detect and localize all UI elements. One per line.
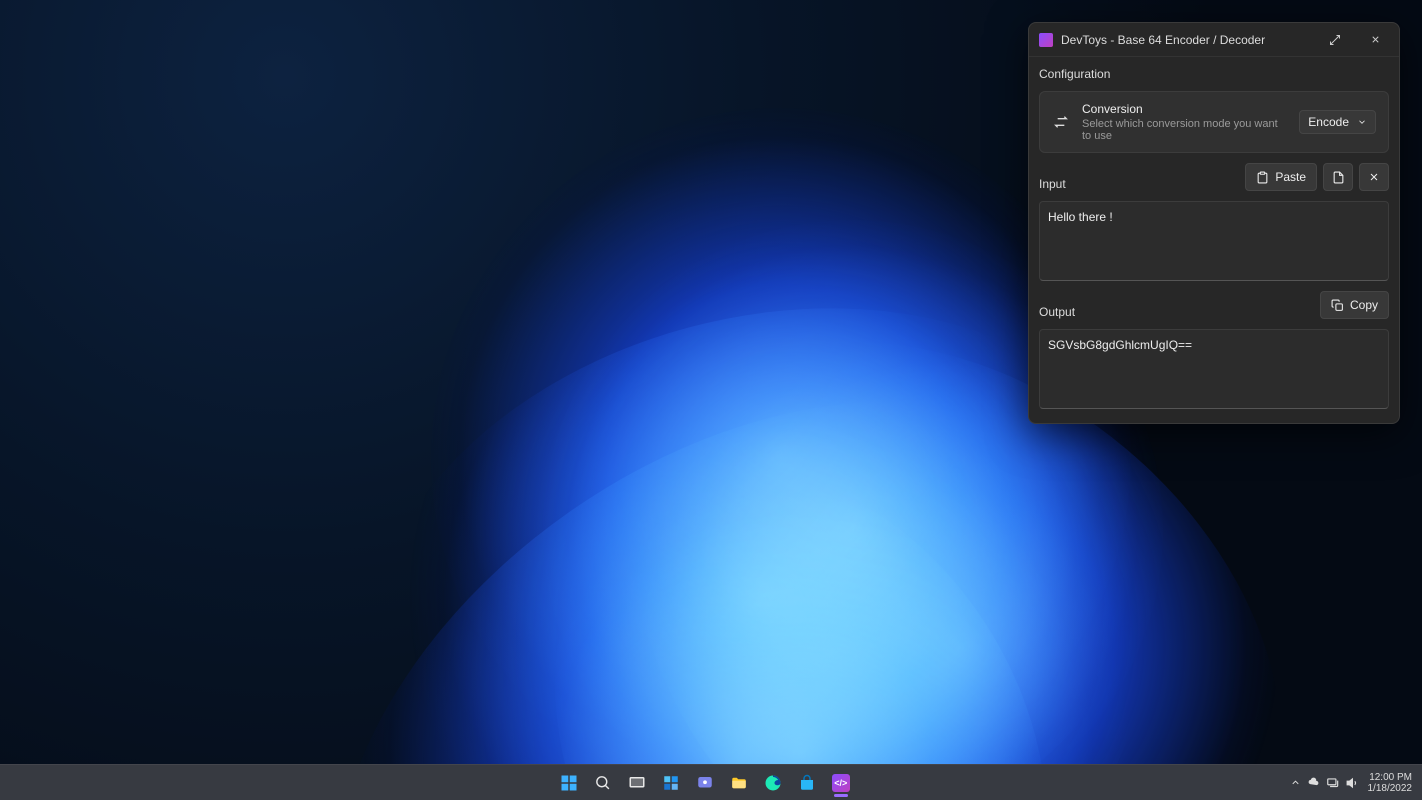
chevron-up-icon[interactable]: [1290, 777, 1301, 788]
open-file-button[interactable]: [1323, 163, 1353, 191]
widgets-button[interactable]: [656, 768, 686, 798]
input-textarea[interactable]: [1039, 201, 1389, 281]
folder-icon: [730, 774, 748, 792]
devtoys-icon: </>: [832, 774, 850, 792]
volume-icon[interactable]: [1346, 776, 1360, 790]
conversion-subtitle: Select which conversion mode you want to…: [1082, 118, 1287, 142]
app-icon: [1039, 33, 1053, 47]
store-icon: [798, 774, 816, 792]
output-heading: Output: [1039, 305, 1075, 319]
search-button[interactable]: [588, 768, 618, 798]
copy-label: Copy: [1350, 298, 1378, 312]
swap-icon: [1052, 114, 1070, 130]
file-icon: [1332, 171, 1345, 184]
taskview-icon: [628, 774, 646, 792]
configuration-heading: Configuration: [1039, 67, 1389, 81]
close-button[interactable]: [1355, 25, 1395, 55]
devtoys-window: DevToys - Base 64 Encoder / Decoder Conf…: [1028, 22, 1400, 424]
output-textarea[interactable]: [1039, 329, 1389, 409]
pin-button[interactable]: [1315, 25, 1355, 55]
conversion-card: Conversion Select which conversion mode …: [1039, 91, 1389, 153]
edge-icon: [764, 774, 782, 792]
chat-button[interactable]: [690, 768, 720, 798]
clock-date: 1/18/2022: [1368, 783, 1413, 794]
paste-label: Paste: [1275, 170, 1306, 184]
chevron-down-icon: [1357, 117, 1367, 127]
clock[interactable]: 12:00 PM 1/18/2022: [1368, 772, 1413, 794]
clock-time: 12:00 PM: [1369, 772, 1412, 783]
onedrive-icon[interactable]: [1307, 776, 1320, 789]
titlebar[interactable]: DevToys - Base 64 Encoder / Decoder: [1029, 23, 1399, 57]
window-title: DevToys - Base 64 Encoder / Decoder: [1061, 33, 1315, 47]
conversion-mode-value: Encode: [1308, 115, 1349, 129]
x-icon: [1368, 171, 1380, 183]
devtoys-taskbar-button[interactable]: </>: [826, 768, 856, 798]
paste-button[interactable]: Paste: [1245, 163, 1317, 191]
taskbar: </> 12:00 PM 1/18/2022: [0, 764, 1422, 800]
conversion-title: Conversion: [1082, 102, 1287, 116]
clipboard-icon: [1256, 171, 1269, 184]
search-icon: [594, 774, 611, 791]
network-icon[interactable]: [1326, 776, 1340, 790]
input-heading: Input: [1039, 177, 1066, 191]
taskview-button[interactable]: [622, 768, 652, 798]
close-icon: [1370, 34, 1381, 45]
widgets-icon: [662, 774, 680, 792]
copy-icon: [1331, 299, 1344, 312]
edge-button[interactable]: [758, 768, 788, 798]
copy-button[interactable]: Copy: [1320, 291, 1389, 319]
chat-icon: [696, 774, 714, 792]
conversion-mode-dropdown[interactable]: Encode: [1299, 110, 1376, 134]
system-tray: 12:00 PM 1/18/2022: [1290, 772, 1422, 794]
clear-input-button[interactable]: [1359, 163, 1389, 191]
windows-icon: [560, 774, 578, 792]
start-button[interactable]: [554, 768, 584, 798]
pin-icon: [1329, 34, 1341, 46]
explorer-button[interactable]: [724, 768, 754, 798]
store-button[interactable]: [792, 768, 822, 798]
